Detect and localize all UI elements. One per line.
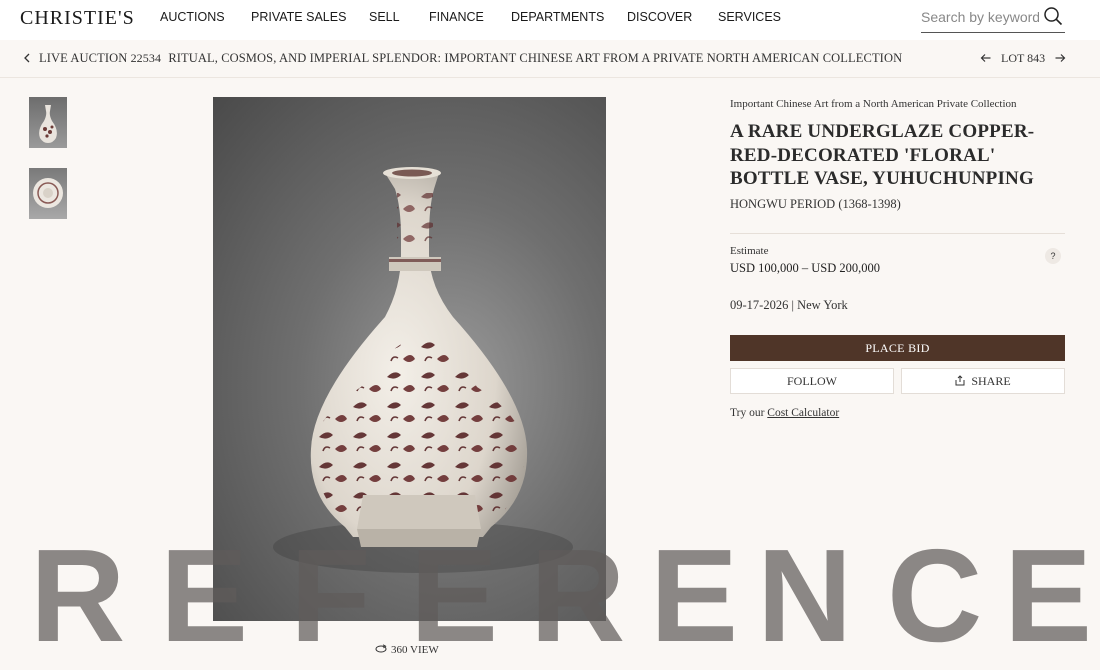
rotate-360-icon: [375, 644, 387, 653]
lot-main-image[interactable]: [213, 97, 606, 621]
nav-departments[interactable]: DEPARTMENTS: [511, 10, 604, 24]
nav-auctions[interactable]: AUCTIONS: [160, 10, 225, 24]
section-divider: [730, 233, 1065, 234]
search-icon[interactable]: [1043, 6, 1063, 26]
place-bid-button[interactable]: PLACE BID: [730, 335, 1065, 361]
top-navigation: CHRISTIE'S AUCTIONS PRIVATE SALES SELL F…: [0, 0, 1100, 40]
breadcrumb: LIVE AUCTION 22534 RITUAL, COSMOS, AND I…: [0, 40, 1100, 78]
sale-number: 22534: [130, 51, 162, 65]
thumbnail-vase-side[interactable]: [29, 97, 67, 148]
vase-thumbnail-image: [39, 105, 57, 143]
share-button[interactable]: SHARE: [901, 368, 1065, 394]
estimate-help-icon[interactable]: ?: [1045, 248, 1061, 264]
watermark-letter: E: [650, 522, 739, 669]
share-label: SHARE: [971, 374, 1011, 388]
estimate-value: USD 100,000 – USD 200,000: [730, 261, 881, 275]
watermark-letter: E: [1004, 522, 1093, 669]
sale-date-location: 09-17-2026 | New York: [730, 298, 848, 312]
search-box: [921, 3, 1065, 33]
sale-title: RITUAL, COSMOS, AND IMPERIAL SPLENDOR: I…: [168, 51, 903, 65]
watermark-letter: N: [757, 522, 853, 669]
sale-breadcrumb-link[interactable]: LIVE AUCTION 22534 RITUAL, COSMOS, AND I…: [39, 51, 902, 66]
nav-private-sales[interactable]: PRIVATE SALES: [251, 10, 346, 24]
estimate-label: Estimate: [730, 245, 769, 257]
lot-number: LOT 843: [1001, 51, 1046, 65]
nav-discover[interactable]: DISCOVER: [627, 10, 692, 24]
collection-name: Important Chinese Art from a North Ameri…: [730, 98, 1017, 110]
share-icon: [955, 375, 965, 386]
lot-period: HONGWU PERIOD (1368-1398): [730, 197, 901, 211]
sale-date: 09-17-2026: [730, 298, 789, 312]
vase-top-thumbnail-image: [33, 178, 63, 208]
watermark-letter: R: [30, 522, 126, 669]
chevron-left-icon[interactable]: [20, 51, 34, 65]
christies-logo[interactable]: CHRISTIE'S: [20, 7, 135, 30]
nav-finance[interactable]: FINANCE: [429, 10, 484, 24]
view-360-button[interactable]: 360 VIEW: [375, 643, 439, 656]
arrow-right-icon[interactable]: [1053, 51, 1067, 65]
bottle-vase-image: [273, 167, 573, 573]
sale-type: LIVE AUCTION: [39, 51, 128, 65]
arrow-left-icon[interactable]: [979, 51, 993, 65]
nav-services[interactable]: SERVICES: [718, 10, 781, 24]
cost-calculator-link[interactable]: Cost Calculator: [767, 407, 839, 419]
lot-title: A RARE UNDERGLAZE COPPER-RED-DECORATED '…: [730, 121, 1035, 189]
thumbnail-vase-top[interactable]: [29, 168, 67, 219]
follow-button[interactable]: FOLLOW: [730, 368, 894, 394]
sale-location: New York: [797, 298, 848, 312]
watermark-letter: C: [887, 522, 983, 669]
calc-prefix: Try our: [730, 407, 765, 419]
view-360-label: 360 VIEW: [391, 644, 439, 656]
nav-sell[interactable]: SELL: [369, 10, 400, 24]
cost-calculator-line: Try our Cost Calculator: [730, 407, 839, 419]
search-input[interactable]: [921, 5, 1039, 29]
